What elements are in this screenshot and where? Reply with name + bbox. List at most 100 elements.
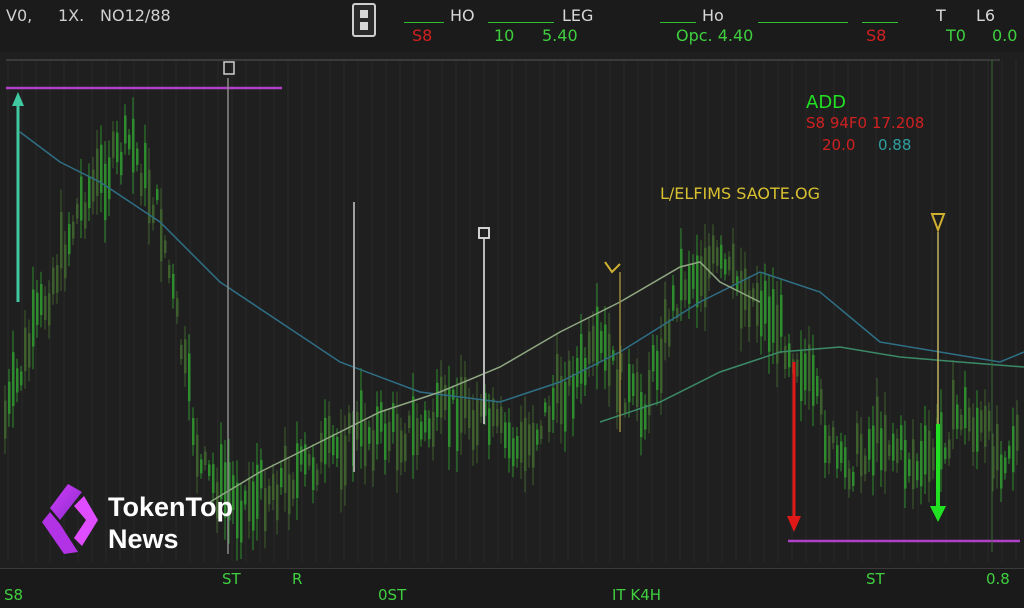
candle-body	[804, 353, 807, 391]
logo-text-line-2: News	[108, 524, 179, 554]
candle-body	[584, 357, 587, 386]
layout-menu-button[interactable]	[352, 3, 376, 37]
candle-body	[632, 373, 635, 397]
candle-body	[76, 203, 79, 219]
candle-body	[552, 387, 555, 420]
candle-body	[916, 461, 919, 481]
candle-body	[208, 464, 211, 476]
candle-body	[16, 368, 19, 393]
candle-body	[780, 294, 783, 337]
candle-body	[320, 432, 323, 463]
symbol-name[interactable]: NO12/88	[100, 6, 171, 25]
field-2-underline	[488, 22, 554, 23]
time-axis-label-left: S8	[4, 586, 24, 604]
candle-body	[564, 381, 567, 432]
candle-body	[172, 273, 175, 299]
candle-body	[500, 406, 503, 434]
candle-body	[68, 224, 71, 255]
candle-body	[92, 169, 95, 202]
candle-body	[504, 422, 507, 448]
field-1-label: HO	[450, 6, 475, 25]
candle-body	[988, 410, 991, 432]
chart-header: V0, 1X. NO12/88 HO LEG S8 10 5.40 Ho Opc…	[0, 0, 1024, 53]
candle-body	[968, 407, 971, 432]
candle-body	[516, 435, 519, 459]
candle-body	[132, 118, 135, 173]
candle-body	[460, 376, 463, 433]
candle-body	[420, 421, 423, 440]
candle-body	[476, 399, 479, 446]
candle-body	[520, 421, 523, 463]
candle-body	[628, 363, 631, 403]
candle-body	[380, 402, 383, 432]
candle-body	[428, 418, 431, 440]
field-5-value-a: T0	[946, 26, 966, 45]
candle-body	[820, 389, 823, 415]
candle-body	[8, 381, 11, 414]
candle-body	[448, 388, 451, 447]
candle-body	[772, 289, 775, 343]
candle-body	[480, 400, 483, 417]
time-axis-tick: IT K4H	[612, 586, 662, 604]
candle-body	[856, 423, 859, 455]
candle-body	[24, 327, 27, 372]
candle-body	[84, 202, 87, 229]
menu-square-icon	[360, 22, 368, 30]
candle-body	[1004, 457, 1007, 474]
candle-body	[720, 244, 723, 269]
candle-body	[928, 430, 931, 482]
candle-body	[764, 280, 767, 324]
candle-body	[944, 447, 947, 460]
candle-body	[492, 398, 495, 427]
candle-body	[284, 445, 287, 493]
candle-body	[196, 434, 199, 477]
candle-body	[40, 284, 43, 316]
candle-body	[796, 359, 799, 377]
candle-body	[644, 404, 647, 430]
candle-body	[580, 333, 583, 384]
candle-body	[680, 248, 683, 301]
candle-body	[908, 459, 911, 476]
candle-body	[732, 243, 735, 284]
candle-body	[532, 422, 535, 468]
time-axis-line	[0, 568, 1024, 569]
candle-body	[128, 134, 131, 150]
candle-body	[180, 344, 183, 360]
candle-body	[800, 350, 803, 402]
candle-body	[372, 430, 375, 471]
field-1-value-b: 10	[494, 26, 515, 45]
candle-body	[588, 331, 591, 364]
candle-body	[924, 425, 927, 475]
candle-body	[72, 221, 75, 239]
candle-body	[88, 176, 91, 209]
candle-body	[868, 429, 871, 460]
candle-body	[812, 354, 815, 406]
candle-body	[664, 299, 667, 343]
time-axis: S8 ST R 0ST IT K4H ST 0.8	[0, 568, 1024, 608]
time-axis-tick: 0ST	[378, 586, 407, 604]
menu-square-icon	[360, 10, 368, 18]
candle-body	[328, 416, 331, 453]
candle-body	[972, 417, 975, 452]
candle-body	[404, 433, 407, 462]
field-1-underline	[404, 22, 444, 23]
candle-body	[440, 376, 443, 418]
candle-body	[776, 304, 779, 364]
field-2-value: 5.40	[542, 26, 578, 45]
candle-body	[188, 353, 191, 402]
candle-body	[912, 439, 915, 490]
candle-body	[472, 410, 475, 450]
candle-body	[920, 441, 923, 487]
candle-body	[832, 427, 835, 443]
candle-body	[192, 418, 195, 445]
candle-body	[396, 414, 399, 471]
candle-body	[52, 267, 55, 295]
candle-body	[336, 436, 339, 459]
candle-body	[888, 444, 891, 456]
candle-body	[424, 410, 427, 433]
candle-body	[996, 423, 999, 471]
candle-body	[136, 148, 139, 165]
price-annotation-b: 0.88	[878, 136, 912, 154]
candle-body	[824, 425, 827, 463]
candle-body	[152, 204, 155, 224]
